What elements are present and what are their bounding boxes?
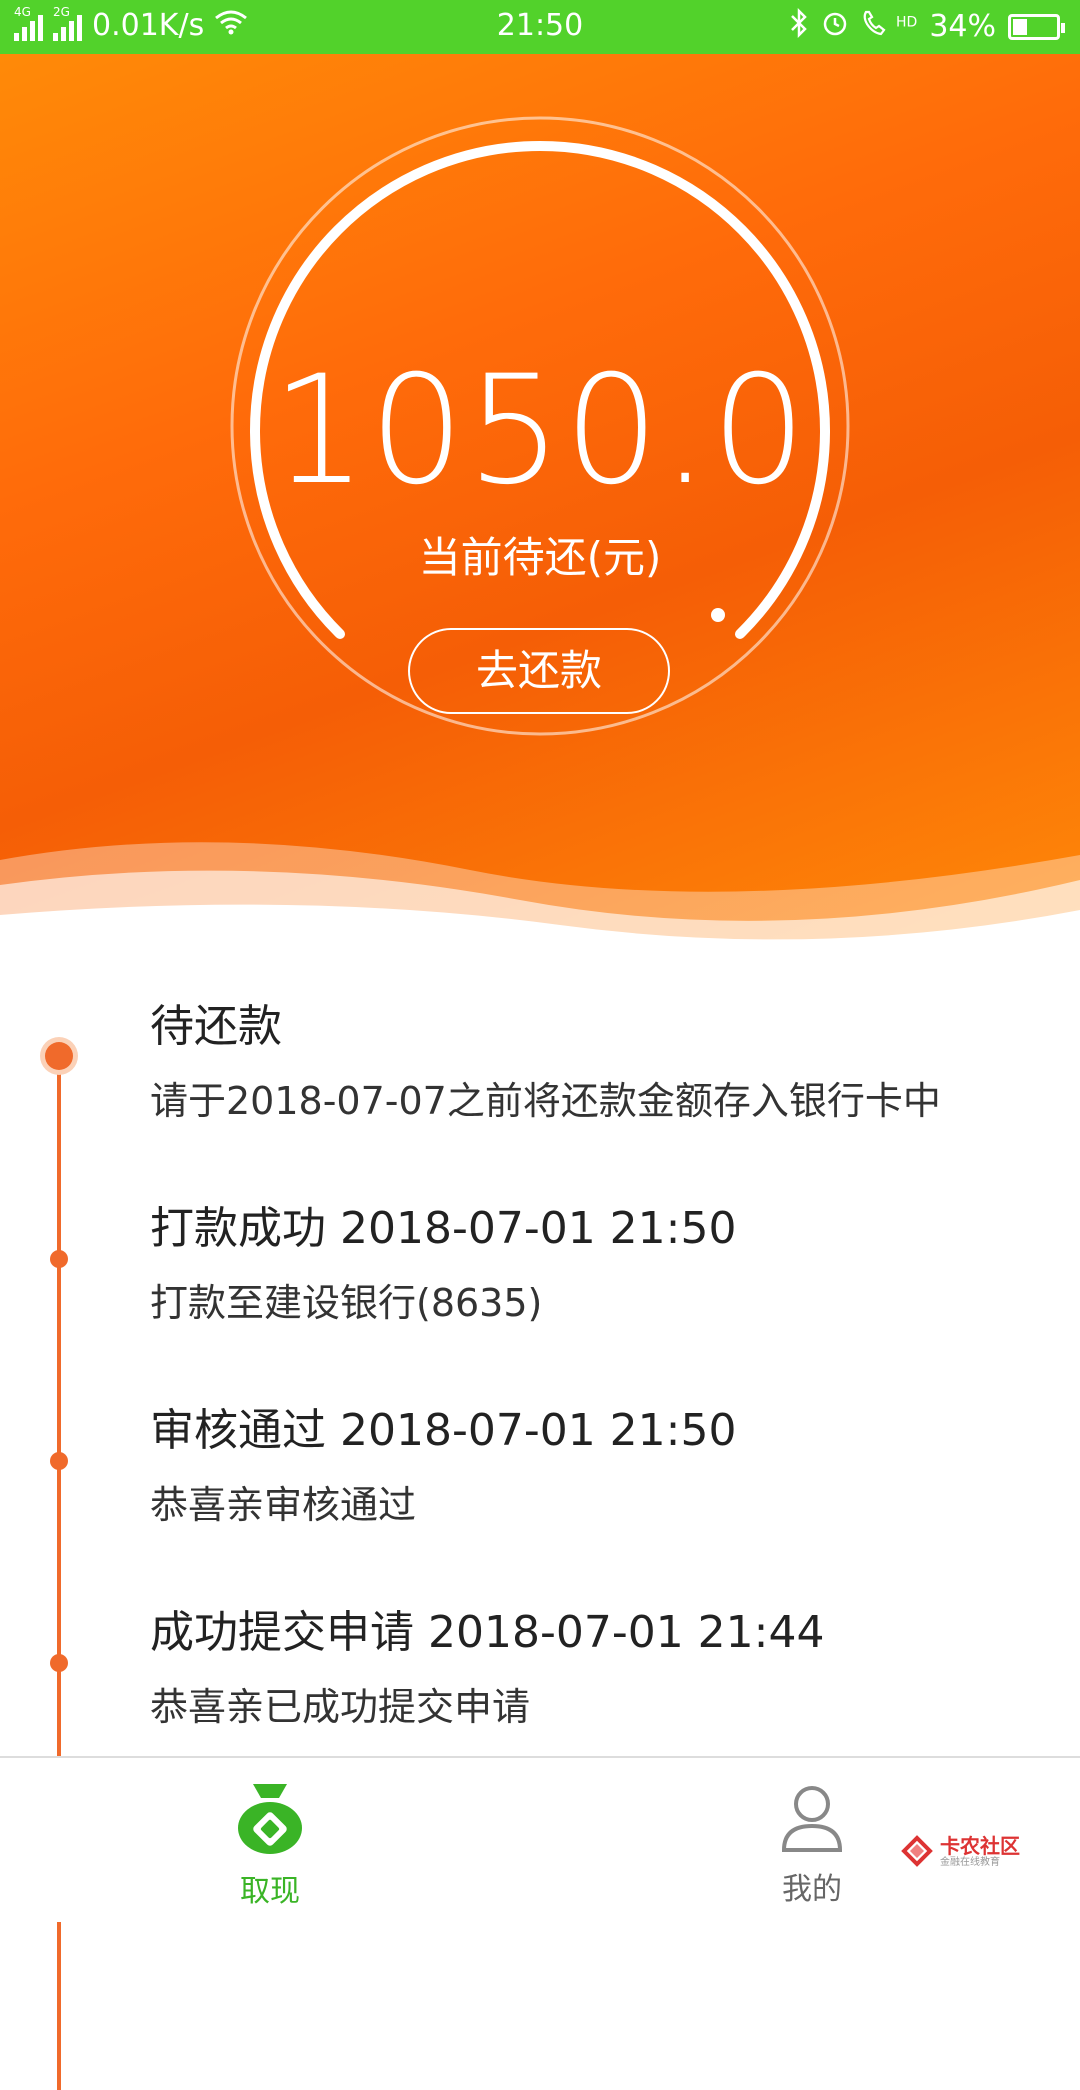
user-profile-icon [781, 1786, 843, 1852]
network-speed: 0.01K/s [92, 8, 205, 43]
hd-label: HD [896, 14, 918, 31]
signal-2g-icon: 2G [53, 5, 82, 41]
timeline-desc-approved: 恭喜亲审核通过 [150, 1483, 417, 1527]
timeline-dot-current [45, 1042, 73, 1070]
timeline-desc-pending: 请于2018-07-07之前将还款金额存入银行卡中 [150, 1079, 941, 1123]
alarm-icon [821, 9, 849, 44]
timeline-dot [50, 1654, 68, 1672]
nav-tab-cash[interactable]: 取现 [170, 1758, 370, 1910]
status-bar: 4G 2G 0.01K/s 21:50 HD 34% [0, 0, 1080, 54]
watermark-sub: 金融在线教育 [940, 1856, 1000, 1868]
nav-tab-mine[interactable]: 我的 [712, 1758, 912, 1908]
watermark: 卡农社区 金融在线教育 [900, 1834, 1020, 1868]
timeline-dot [50, 1452, 68, 1470]
wifi-icon [214, 9, 248, 42]
timeline-title-submitted: 成功提交申请 2018-07-01 21:44 [150, 1607, 825, 1658]
money-bag-icon [238, 1784, 302, 1854]
timeline-dot [50, 1250, 68, 1268]
repayment-hero: 1050.0 当前待还(元) 去还款 [0, 54, 1080, 950]
timeline-title-paid: 打款成功 2018-07-01 21:50 [150, 1203, 737, 1254]
watermark-logo-icon [901, 1835, 933, 1867]
hd-call-icon: HD [861, 9, 917, 44]
amount-due-label: 当前待还(元) [418, 533, 662, 582]
timeline-desc-submitted: 恭喜亲已成功提交申请 [150, 1685, 531, 1729]
bluetooth-icon [789, 7, 809, 45]
amount-due: 1050.0 [271, 344, 809, 518]
timeline-title-approved: 审核通过 2018-07-01 21:50 [150, 1405, 737, 1456]
nav-label-cash: 取现 [240, 1874, 300, 1909]
timeline-desc-paid: 打款至建设银行(8635) [150, 1281, 543, 1325]
battery-percent: 34% [929, 9, 996, 44]
status-left: 4G 2G 0.01K/s [14, 5, 248, 43]
watermark-name: 卡农社区 [940, 1833, 1020, 1858]
battery-icon [1008, 13, 1065, 40]
repay-button[interactable]: 去还款 [408, 628, 670, 714]
signal-4g-icon: 4G [14, 5, 43, 41]
wave-decoration [0, 842, 1080, 950]
nav-label-mine: 我的 [782, 1872, 842, 1907]
timeline-line [57, 1050, 61, 2090]
battery-level [1013, 18, 1028, 35]
timeline-title-pending: 待还款 [150, 1001, 282, 1052]
status-time: 21:50 [496, 8, 584, 43]
status-right: HD 34% [789, 7, 1065, 45]
